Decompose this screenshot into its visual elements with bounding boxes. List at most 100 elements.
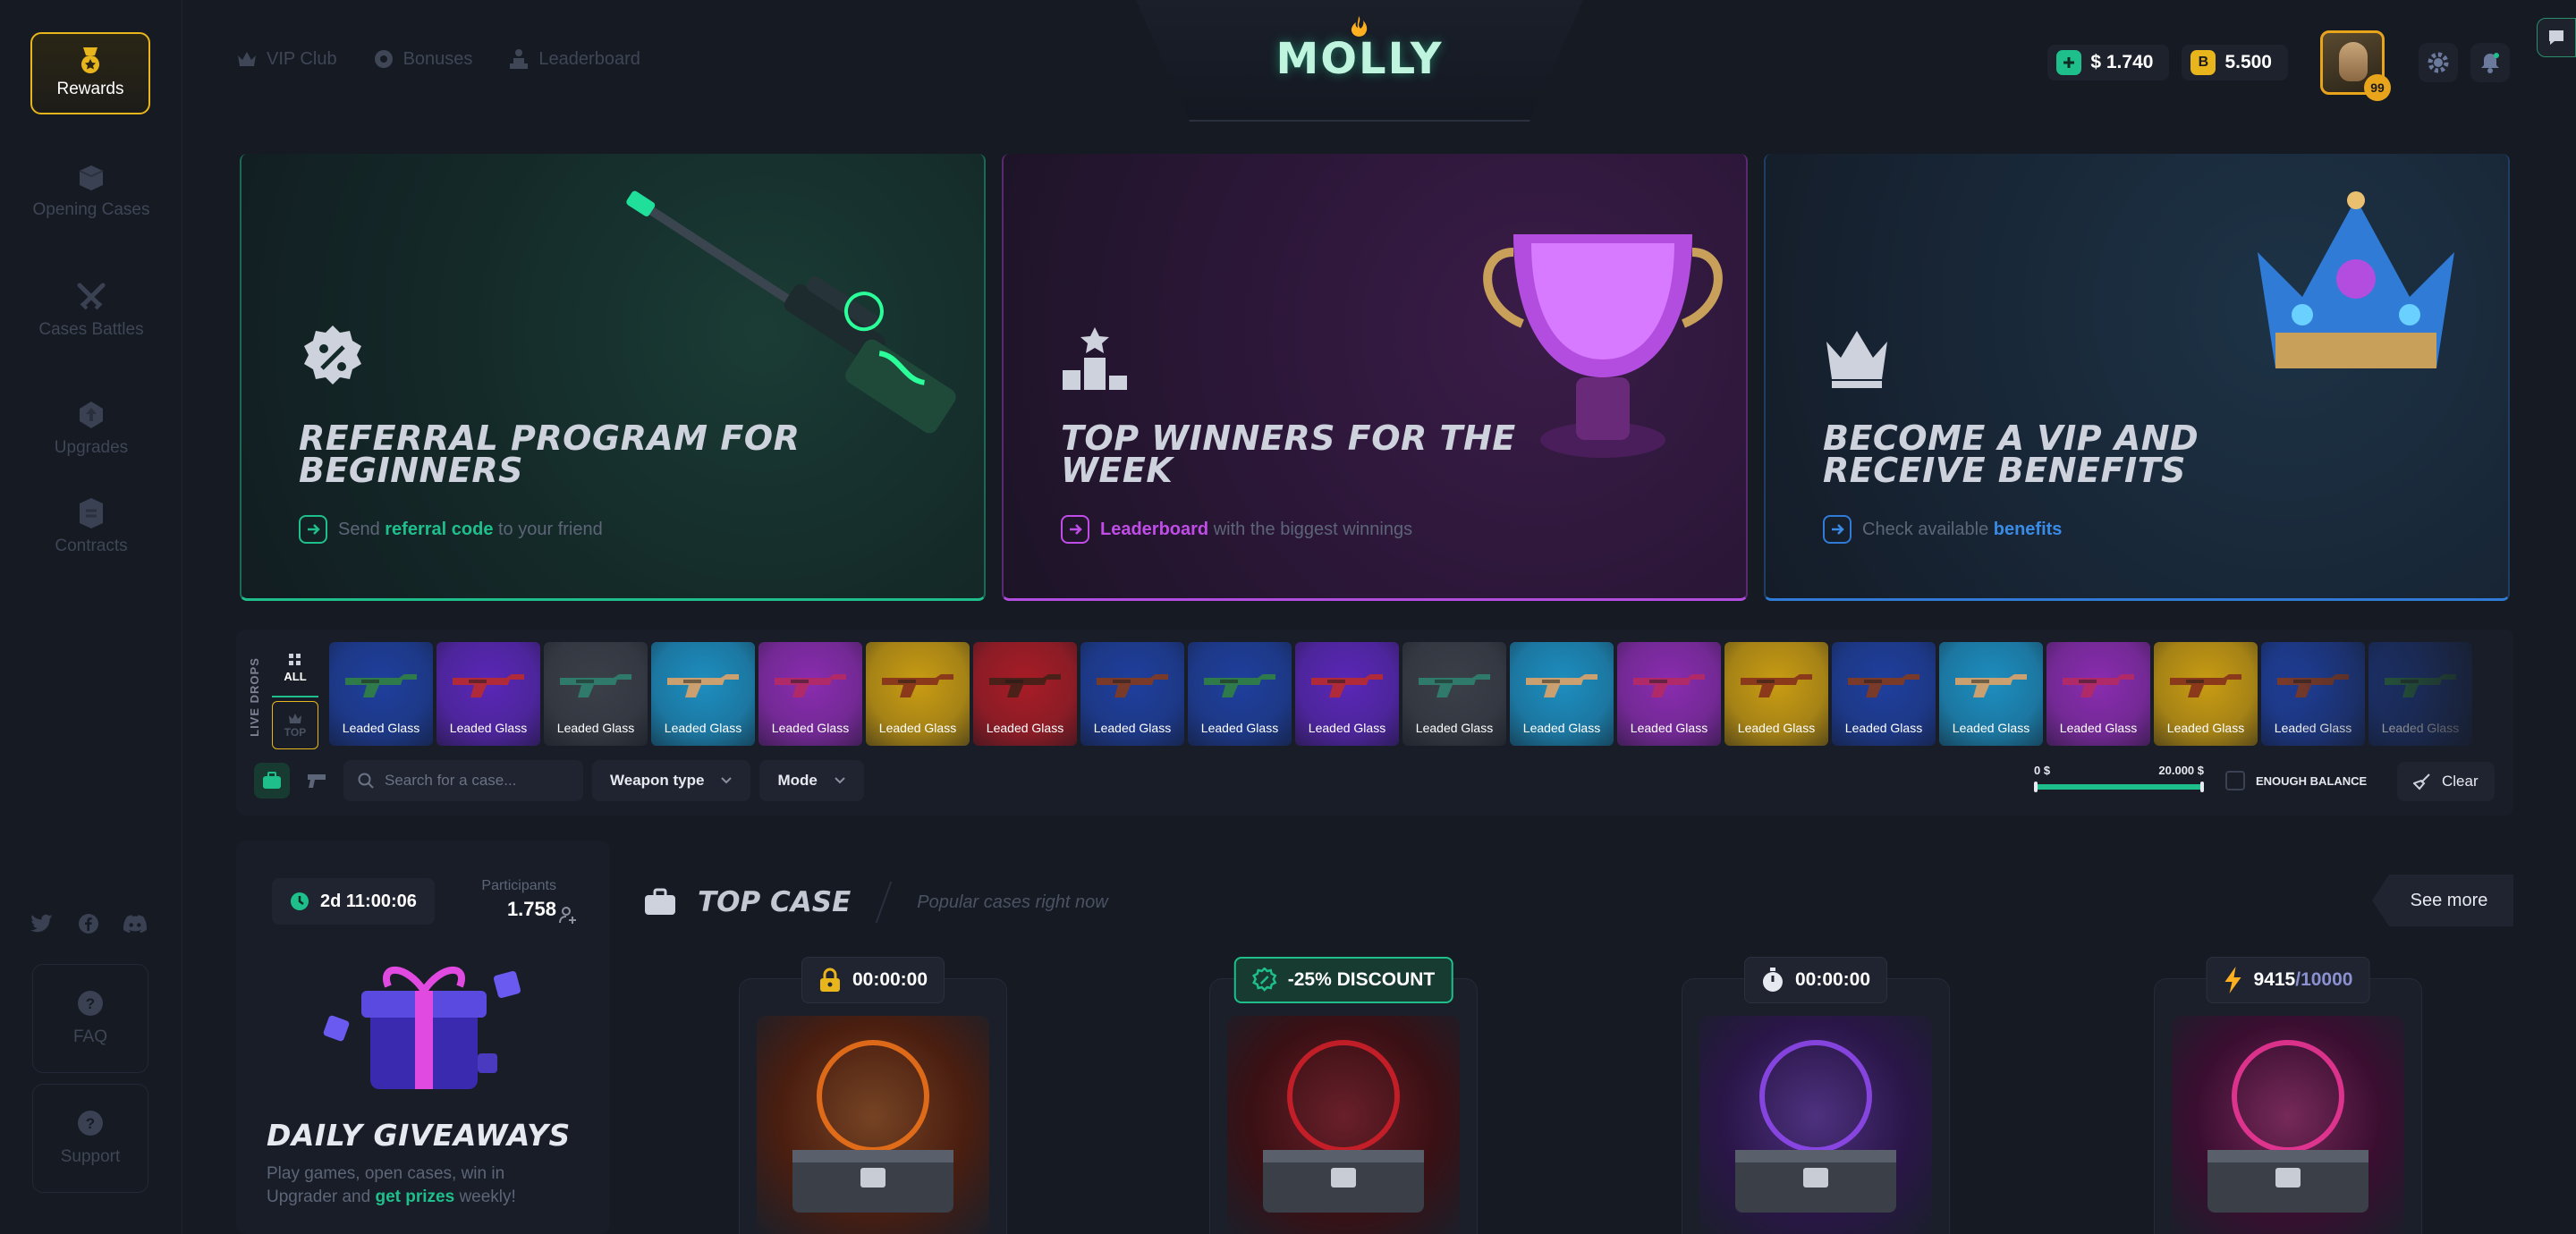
- avatar[interactable]: 99: [2320, 30, 2391, 101]
- live-drop-item[interactable]: Leaded Glass: [1832, 642, 1936, 746]
- see-more-label: See more: [2410, 890, 2488, 910]
- live-drop-item[interactable]: Leaded Glass: [329, 642, 433, 746]
- case-card[interactable]: -25% DISCOUNT: [1209, 957, 1478, 1234]
- facebook-icon[interactable]: [77, 912, 100, 935]
- banner-sub-text: Leaderboard with the biggest winnings: [1100, 519, 1413, 539]
- user-add-icon: [559, 907, 576, 924]
- lightning-icon: [2224, 967, 2241, 993]
- live-drop-item[interactable]: Leaded Glass: [1402, 642, 1506, 746]
- case-badge: -25% DISCOUNT: [1233, 957, 1453, 1003]
- live-drop-item[interactable]: Leaded Glass: [1939, 642, 2043, 746]
- discord-icon[interactable]: [123, 912, 147, 935]
- case-chest-art: [792, 1040, 953, 1213]
- rewards-button[interactable]: Rewards: [30, 32, 150, 114]
- live-drop-item[interactable]: Leaded Glass: [1080, 642, 1184, 746]
- banner-link[interactable]: Check available benefits: [1823, 515, 2062, 544]
- usd-balance-value: $ 1.740: [2090, 52, 2154, 72]
- nav-leaderboard[interactable]: Leaderboard: [508, 48, 640, 70]
- search-icon: [358, 773, 374, 789]
- sidebar-item-cases-battles[interactable]: Cases Battles: [21, 281, 161, 340]
- case-card[interactable]: 00:00:00: [1682, 957, 1950, 1234]
- see-more-button[interactable]: See more: [2372, 875, 2513, 926]
- live-drop-name: Leaded Glass: [1308, 721, 1386, 735]
- live-drop-item[interactable]: Leaded Glass: [436, 642, 540, 746]
- filter-top-button[interactable]: TOP: [272, 701, 318, 749]
- enough-balance-checkbox[interactable]: [2225, 771, 2245, 790]
- filter-cases-button[interactable]: [254, 763, 290, 799]
- clock-icon: [291, 892, 309, 910]
- live-drop-item[interactable]: Leaded Glass: [1295, 642, 1399, 746]
- live-drop-item[interactable]: Leaded Glass: [973, 642, 1077, 746]
- enough-balance-toggle[interactable]: ENOUGH BALANCE: [2225, 771, 2367, 790]
- range-track[interactable]: [2034, 782, 2204, 792]
- nav-bonuses[interactable]: Bonuses: [373, 48, 472, 70]
- bonus-balance[interactable]: B 5.500: [2182, 45, 2288, 80]
- live-drop-item[interactable]: Leaded Glass: [544, 642, 648, 746]
- sidebar-item-opening-cases[interactable]: Opening Cases: [21, 161, 161, 220]
- daily-giveaway-card[interactable]: 2d 11:00:06 Participants 1.758 DAILY GIV…: [236, 841, 610, 1234]
- sidebar-item-contracts[interactable]: Contracts: [21, 497, 161, 556]
- faq-label: FAQ: [72, 1027, 107, 1046]
- chevron-down-icon: [721, 777, 733, 784]
- settings-button[interactable]: [2419, 43, 2458, 82]
- nav-vip-club[interactable]: VIP Club: [236, 48, 337, 70]
- logo-text: MOLLY: [1275, 34, 1444, 84]
- live-drop-item[interactable]: Leaded Glass: [1510, 642, 1614, 746]
- banner-top-winners[interactable]: TOP WINNERS FOR THE WEEK Leaderboard wit…: [1002, 154, 1748, 601]
- banner-title: REFERRAL PROGRAM FOR BEGINNERS: [299, 418, 801, 490]
- clear-filters-button[interactable]: Clear: [2397, 762, 2495, 801]
- case-card[interactable]: 9415/10000: [2154, 957, 2422, 1234]
- banner-link[interactable]: Leaderboard with the biggest winnings: [1061, 515, 1412, 544]
- weapon-skin-icon: [560, 674, 631, 697]
- case-search[interactable]: [343, 760, 583, 801]
- top-nav: VIP Club Bonuses Leaderboard: [236, 48, 640, 70]
- podium-icon: [510, 49, 529, 69]
- range-max-handle[interactable]: [2200, 782, 2204, 792]
- banner-vip[interactable]: BECOME A VIP AND RECEIVE BENEFITS Check …: [1764, 154, 2510, 601]
- notifications-button[interactable]: [2470, 43, 2510, 82]
- live-drop-item[interactable]: Leaded Glass: [758, 642, 862, 746]
- site-logo[interactable]: MOLLY: [1136, 0, 1583, 125]
- divider: [875, 882, 893, 923]
- live-drop-item[interactable]: Leaded Glass: [1188, 642, 1292, 746]
- case-badge-value: 00:00:00: [1794, 969, 1871, 990]
- weapon-type-dropdown[interactable]: Weapon type: [592, 760, 751, 801]
- mode-label: Mode: [777, 772, 818, 789]
- live-drop-item[interactable]: Leaded Glass: [2154, 642, 2258, 746]
- live-drop-item[interactable]: Leaded Glass: [2046, 642, 2150, 746]
- live-drop-item[interactable]: Leaded Glass: [651, 642, 755, 746]
- live-drop-item[interactable]: Leaded Glass: [1724, 642, 1828, 746]
- giveaway-description: Play games, open cases, win in Upgrader …: [267, 1164, 516, 1206]
- banner-referral[interactable]: REFERRAL PROGRAM FOR BEGINNERS Send refe…: [240, 154, 986, 601]
- faq-button[interactable]: ? FAQ: [32, 964, 148, 1073]
- live-drop-item[interactable]: Leaded Glass: [1617, 642, 1721, 746]
- live-drop-name: Leaded Glass: [2381, 721, 2460, 735]
- banner-link[interactable]: Send referral code to your friend: [299, 515, 603, 544]
- price-range-slider[interactable]: 0 $ 20.000 $: [2034, 764, 2204, 792]
- live-drop-name: Leaded Glass: [1200, 721, 1279, 735]
- usd-balance[interactable]: $ 1.740: [2047, 45, 2170, 80]
- chat-icon: [2549, 30, 2563, 45]
- plus-icon[interactable]: [2056, 50, 2082, 75]
- left-sidebar: Rewards Opening Cases Cases Battles Upgr…: [0, 0, 182, 1234]
- sidebar-item-upgrades[interactable]: Upgrades: [21, 399, 161, 458]
- live-drop-item[interactable]: Leaded Glass: [2368, 642, 2472, 746]
- weapon-skin-icon: [989, 674, 1061, 697]
- case-card[interactable]: 00:00:00: [739, 957, 1007, 1234]
- filter-weapons-button[interactable]: [299, 763, 335, 799]
- search-input[interactable]: [385, 772, 564, 790]
- chat-toggle[interactable]: [2537, 18, 2576, 57]
- support-button[interactable]: ? Support: [32, 1084, 148, 1193]
- broom-icon: [2413, 773, 2430, 790]
- case-art: [1227, 1016, 1460, 1234]
- twitter-icon[interactable]: [30, 912, 54, 935]
- weapon-skin-icon: [1848, 674, 1919, 697]
- bell-icon: [2481, 53, 2499, 73]
- live-drop-item[interactable]: Leaded Glass: [866, 642, 970, 746]
- crown-icon: [238, 52, 256, 66]
- mode-dropdown[interactable]: Mode: [759, 760, 864, 801]
- range-min-handle[interactable]: [2034, 782, 2038, 792]
- live-drop-item[interactable]: Leaded Glass: [2261, 642, 2365, 746]
- filter-all-button[interactable]: ALL: [272, 640, 318, 697]
- filter-top-label: TOP: [284, 725, 307, 739]
